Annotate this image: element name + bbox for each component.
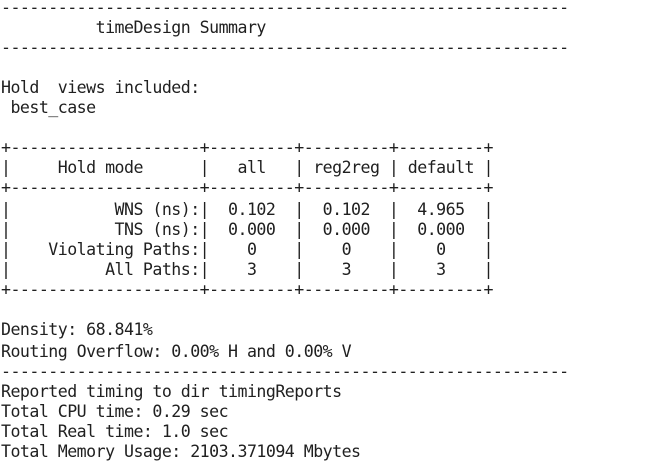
- routing-overflow-line: Routing Overflow: 0.00% H and 0.00% V: [1, 342, 352, 361]
- terminal-output[interactable]: ----------------------------------------…: [1, 0, 655, 463]
- real-time-line: Total Real time: 1.0 sec: [1, 422, 229, 441]
- table-border-bottom: +--------------------+---------+--------…: [1, 280, 493, 299]
- separator-line: ----------------------------------------…: [1, 0, 569, 17]
- hold-views-heading: Hold views included:: [1, 78, 200, 97]
- hold-view-name: best_case: [1, 98, 96, 117]
- table-row-violating: | Violating Paths:| 0 | 0 | 0 |: [1, 240, 493, 259]
- table-header-row: | Hold mode | all | reg2reg | default |: [1, 158, 493, 177]
- table-border-mid: +--------------------+---------+--------…: [1, 178, 493, 197]
- density-line: Density: 68.841%: [1, 320, 153, 339]
- table-border-top: +--------------------+---------+--------…: [1, 138, 493, 157]
- table-row-tns: | TNS (ns):| 0.000 | 0.000 | 0.000 |: [1, 220, 493, 239]
- summary-title: timeDesign Summary: [1, 18, 267, 37]
- memory-usage-line: Total Memory Usage: 2103.371094 Mbytes: [1, 442, 361, 461]
- reported-timing-line: Reported timing to dir timingReports: [1, 382, 342, 401]
- table-row-all-paths: | All Paths:| 3 | 3 | 3 |: [1, 260, 493, 279]
- cpu-time-line: Total CPU time: 0.29 sec: [1, 402, 229, 421]
- table-row-wns: | WNS (ns):| 0.102 | 0.102 | 4.965 |: [1, 200, 493, 219]
- separator-line: ----------------------------------------…: [1, 38, 569, 57]
- separator-line: ----------------------------------------…: [1, 362, 569, 381]
